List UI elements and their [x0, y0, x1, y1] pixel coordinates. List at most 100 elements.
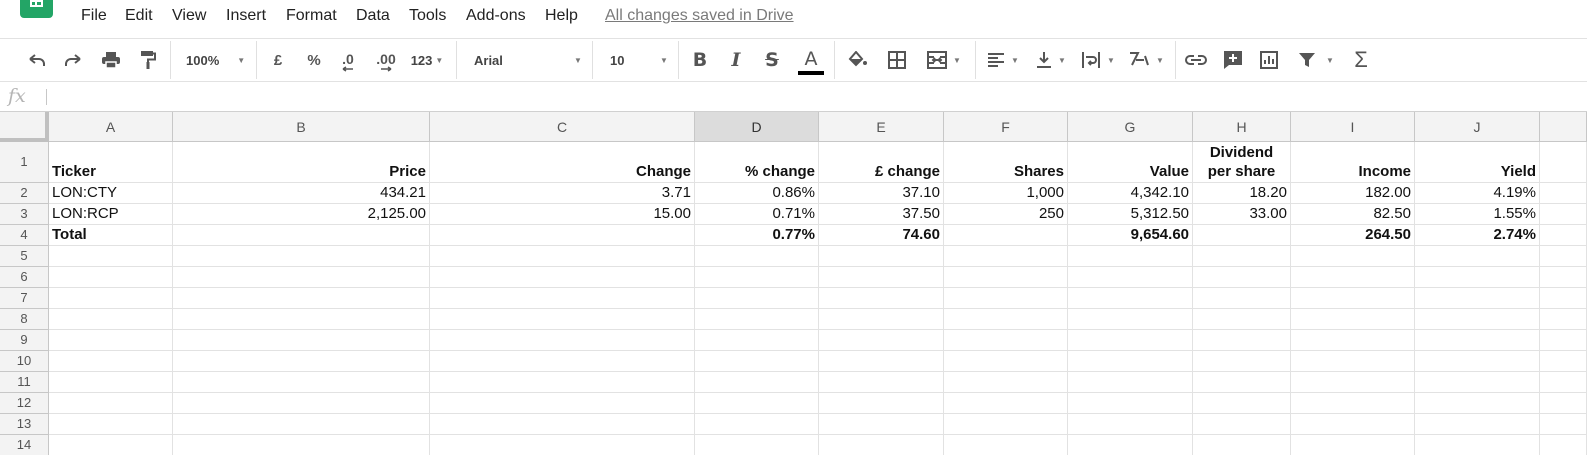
column-header-h[interactable]: H [1193, 112, 1291, 142]
cell-g11[interactable] [1068, 372, 1193, 393]
cell-f6[interactable] [944, 267, 1068, 288]
cell-j11[interactable] [1415, 372, 1540, 393]
cell-i12[interactable] [1291, 393, 1415, 414]
cell-g2[interactable]: 4,342.10 [1068, 183, 1193, 204]
cell-g3[interactable]: 5,312.50 [1068, 204, 1193, 225]
cell-i14[interactable] [1291, 435, 1415, 455]
row-header-7[interactable]: 7 [0, 288, 49, 309]
menu-view[interactable]: View [172, 7, 206, 25]
cell-f11[interactable] [944, 372, 1068, 393]
cell-d11[interactable] [695, 372, 819, 393]
cell-header-dividend[interactable]: Dividend per share [1193, 142, 1291, 183]
cell-j5[interactable] [1415, 246, 1540, 267]
cell-j7[interactable] [1415, 288, 1540, 309]
cell-c9[interactable] [430, 330, 695, 351]
cell-k12[interactable] [1540, 393, 1587, 414]
text-color-button[interactable]: A [797, 39, 825, 81]
row-header-13[interactable]: 13 [0, 414, 49, 435]
menu-edit[interactable]: Edit [125, 7, 153, 25]
cell-k1[interactable] [1540, 142, 1587, 183]
cell-k8[interactable] [1540, 309, 1587, 330]
cell-header-value[interactable]: Value [1068, 142, 1193, 183]
cell-d3[interactable]: 0.71% [695, 204, 819, 225]
insert-comment-icon[interactable] [1219, 39, 1247, 81]
column-header-e[interactable]: E [819, 112, 944, 142]
row-header-9[interactable]: 9 [0, 330, 49, 351]
cell-d10[interactable] [695, 351, 819, 372]
row-header-6[interactable]: 6 [0, 267, 49, 288]
cell-d7[interactable] [695, 288, 819, 309]
cell-g8[interactable] [1068, 309, 1193, 330]
cell-k4[interactable] [1540, 225, 1587, 246]
column-header-g[interactable]: G [1068, 112, 1193, 142]
cell-j9[interactable] [1415, 330, 1540, 351]
menu-file[interactable]: File [81, 7, 107, 25]
cell-d5[interactable] [695, 246, 819, 267]
cell-i5[interactable] [1291, 246, 1415, 267]
italic-button[interactable]: I [724, 39, 748, 81]
filter-icon[interactable]: ▼ [1292, 39, 1340, 81]
column-header-j[interactable]: J [1415, 112, 1540, 142]
cell-h3[interactable]: 33.00 [1193, 204, 1291, 225]
merge-cells-icon[interactable]: ▼ [920, 39, 968, 81]
cell-k7[interactable] [1540, 288, 1587, 309]
cell-f3[interactable]: 250 [944, 204, 1068, 225]
cell-d13[interactable] [695, 414, 819, 435]
cell-b10[interactable] [173, 351, 430, 372]
cell-a2[interactable]: LON:CTY [49, 183, 173, 204]
menu-add-ons[interactable]: Add-ons [466, 7, 526, 25]
cell-g9[interactable] [1068, 330, 1193, 351]
text-rotation-icon[interactable]: ▼ [1125, 39, 1167, 81]
cell-b11[interactable] [173, 372, 430, 393]
cell-e2[interactable]: 37.10 [819, 183, 944, 204]
cell-header-price[interactable]: Price [173, 142, 430, 183]
cell-e5[interactable] [819, 246, 944, 267]
cell-c2[interactable]: 3.71 [430, 183, 695, 204]
cell-e13[interactable] [819, 414, 944, 435]
bold-button[interactable]: B [688, 39, 712, 81]
row-header-5[interactable]: 5 [0, 246, 49, 267]
cell-c5[interactable] [430, 246, 695, 267]
row-header-4[interactable]: 4 [0, 225, 49, 246]
menu-format[interactable]: Format [286, 7, 337, 25]
row-header-2[interactable]: 2 [0, 183, 49, 204]
cell-a3[interactable]: LON:RCP [49, 204, 173, 225]
row-header-1[interactable]: 1 [0, 142, 49, 183]
cell-g12[interactable] [1068, 393, 1193, 414]
cell-b2[interactable]: 434.21 [173, 183, 430, 204]
decrease-decimal-button[interactable]: .0 [335, 39, 361, 81]
cell-k13[interactable] [1540, 414, 1587, 435]
cell-k14[interactable] [1540, 435, 1587, 455]
row-header-14[interactable]: 14 [0, 435, 49, 455]
cell-e7[interactable] [819, 288, 944, 309]
cell-k2[interactable] [1540, 183, 1587, 204]
zoom-select[interactable]: 100% ▼ [178, 39, 250, 81]
cell-h2[interactable]: 18.20 [1193, 183, 1291, 204]
cell-e14[interactable] [819, 435, 944, 455]
cell-h9[interactable] [1193, 330, 1291, 351]
fill-color-icon[interactable] [845, 39, 871, 81]
menu-help[interactable]: Help [545, 7, 578, 25]
cell-g5[interactable] [1068, 246, 1193, 267]
cell-g7[interactable] [1068, 288, 1193, 309]
cell-d9[interactable] [695, 330, 819, 351]
column-header-i[interactable]: I [1291, 112, 1415, 142]
cell-header-ticker[interactable]: Ticker [49, 142, 173, 183]
column-header-d[interactable]: D [695, 112, 819, 142]
cell-d2[interactable]: 0.86% [695, 183, 819, 204]
cell-header-yield[interactable]: Yield [1415, 142, 1540, 183]
cell-h7[interactable] [1193, 288, 1291, 309]
cell-e12[interactable] [819, 393, 944, 414]
cell-a10[interactable] [49, 351, 173, 372]
cell-f13[interactable] [944, 414, 1068, 435]
cell-i2[interactable]: 182.00 [1291, 183, 1415, 204]
insert-chart-icon[interactable] [1255, 39, 1283, 81]
cell-d6[interactable] [695, 267, 819, 288]
cell-j12[interactable] [1415, 393, 1540, 414]
cell-k9[interactable] [1540, 330, 1587, 351]
cell-i7[interactable] [1291, 288, 1415, 309]
font-size-select[interactable]: 10 ▼ [602, 39, 672, 81]
cell-i6[interactable] [1291, 267, 1415, 288]
cell-d4[interactable]: 0.77% [695, 225, 819, 246]
cell-c3[interactable]: 15.00 [430, 204, 695, 225]
